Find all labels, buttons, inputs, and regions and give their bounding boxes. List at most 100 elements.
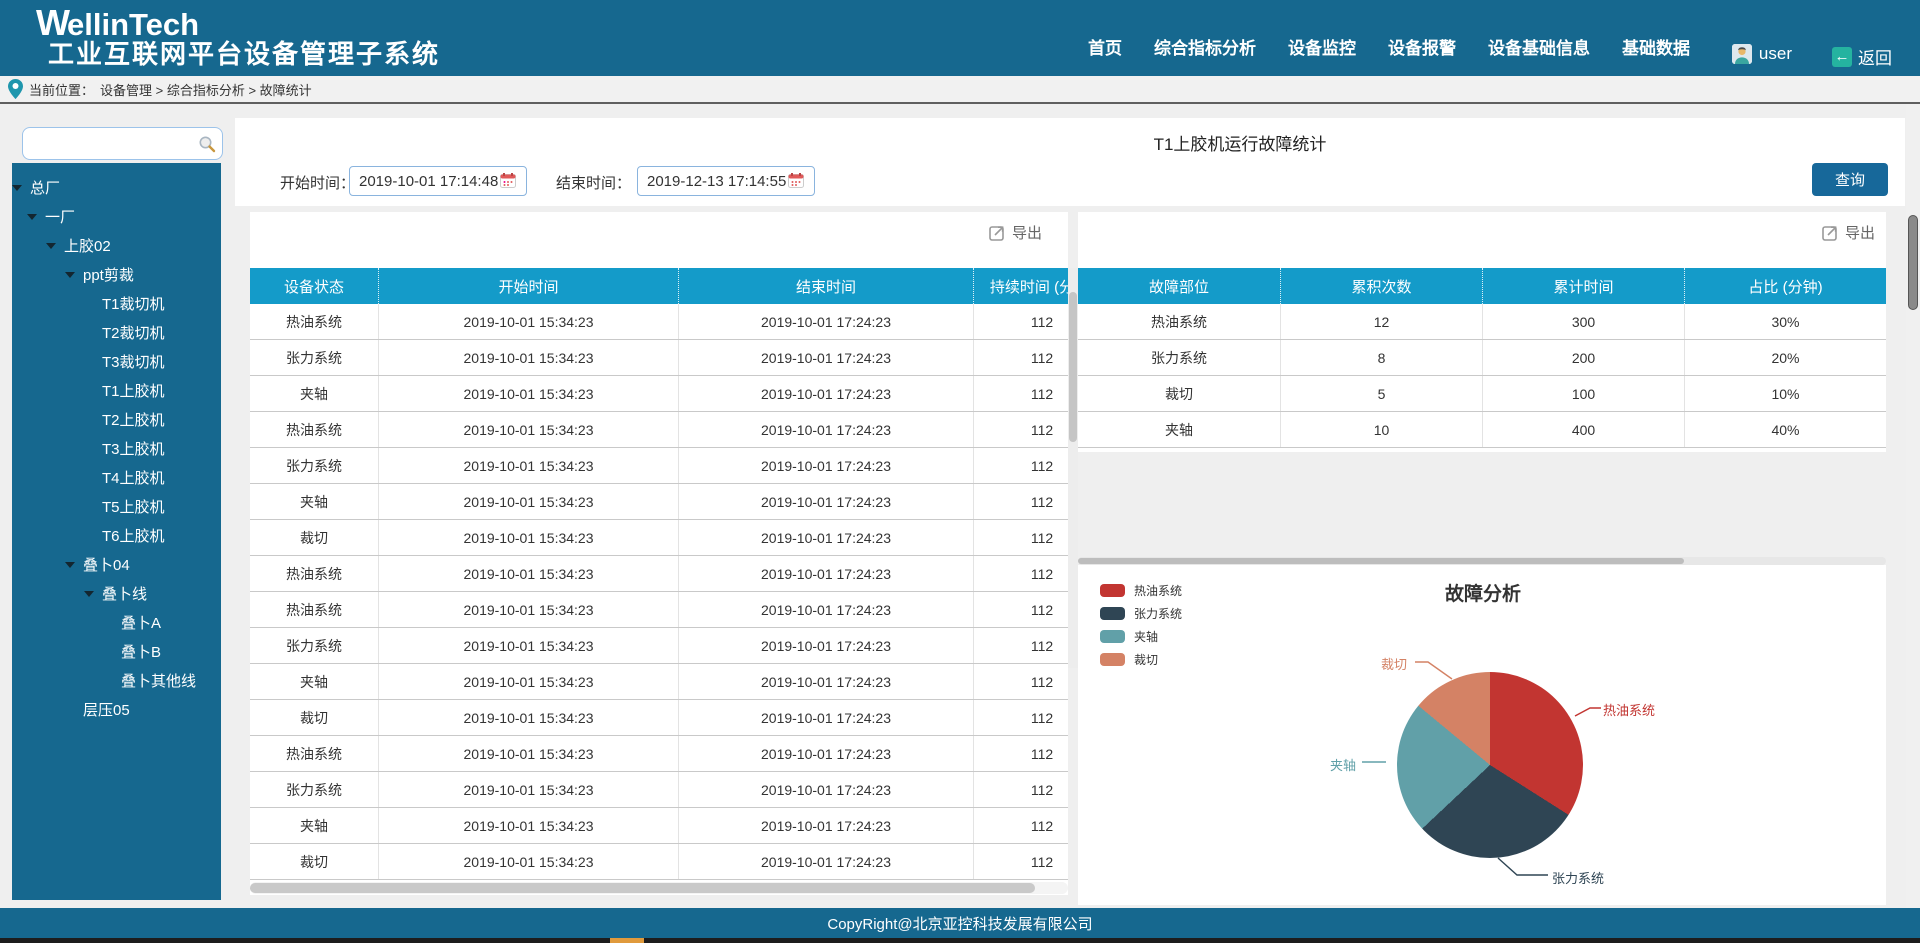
left-table-h-scrollbar[interactable] [250, 882, 1068, 894]
left-table-v-scrollbar[interactable] [1068, 268, 1078, 668]
tree-item[interactable]: ppt剪裁 [12, 260, 221, 289]
tree-item-label: 总厂 [30, 177, 60, 198]
table-row[interactable]: 夹轴2019-10-01 15:34:232019-10-01 17:24:23… [250, 664, 1068, 700]
table-cell: 张力系统 [250, 340, 378, 375]
table-row[interactable]: 张力系统2019-10-01 15:34:232019-10-01 17:24:… [250, 628, 1068, 664]
table-row[interactable]: 热油系统2019-10-01 15:34:232019-10-01 17:24:… [250, 304, 1068, 340]
tree-item[interactable]: 叠卜04 [12, 550, 221, 579]
table-cell: 裁切 [250, 700, 378, 735]
tree-item[interactable]: 叠卜其他线 [12, 666, 221, 695]
table-cell: 8 [1280, 340, 1482, 375]
back-label: 返回 [1858, 44, 1892, 69]
table-row[interactable]: 夹轴2019-10-01 15:34:232019-10-01 17:24:23… [250, 808, 1068, 844]
status-table-panel: 导出 设备状态开始时间结束时间持续时间 (分钟)热油系统2019-10-01 1… [250, 212, 1068, 895]
table-cell: 2019-10-01 15:34:23 [378, 412, 678, 447]
left-table-v-thumb[interactable] [1069, 292, 1077, 442]
table-cell: 夹轴 [1078, 412, 1280, 447]
tree-item[interactable]: T1裁切机 [12, 289, 221, 318]
export-right-button[interactable]: 导出 [1822, 222, 1875, 243]
table-row[interactable]: 热油系统2019-10-01 15:34:232019-10-01 17:24:… [250, 556, 1068, 592]
tree-expand-arrow-icon[interactable] [46, 243, 56, 249]
tree-item[interactable]: 叠卜线 [12, 579, 221, 608]
table-row[interactable]: 热油系统1230030% [1078, 304, 1886, 340]
search-icon[interactable] [198, 135, 216, 158]
table-cell: 夹轴 [250, 376, 378, 411]
page-vertical-thumb[interactable] [1908, 215, 1918, 310]
table-cell: 张力系统 [250, 628, 378, 663]
tree-item[interactable]: T3上胶机 [12, 434, 221, 463]
table-cell: 裁切 [250, 844, 378, 879]
tree-item[interactable]: 层压05 [12, 695, 221, 724]
export-left-button[interactable]: 导出 [989, 222, 1042, 243]
end-calendar-icon[interactable] [788, 173, 804, 193]
tree-item[interactable]: T2裁切机 [12, 318, 221, 347]
table-row[interactable]: 裁切510010% [1078, 376, 1886, 412]
search-input[interactable] [31, 131, 193, 156]
table-cell: 112 [973, 520, 1068, 555]
tree-expand-arrow-icon[interactable] [84, 591, 94, 597]
query-button[interactable]: 查询 [1812, 163, 1888, 196]
table-cell: 2019-10-01 15:34:23 [378, 772, 678, 807]
table-row[interactable]: 热油系统2019-10-01 15:34:232019-10-01 17:24:… [250, 412, 1068, 448]
table-row[interactable]: 夹轴1040040% [1078, 412, 1886, 448]
table-cell: 112 [973, 736, 1068, 771]
table-row[interactable]: 裁切2019-10-01 15:34:232019-10-01 17:24:23… [250, 844, 1068, 880]
table-row[interactable]: 张力系统2019-10-01 15:34:232019-10-01 17:24:… [250, 772, 1068, 808]
tree-item[interactable]: 一厂 [12, 202, 221, 231]
table-cell: 2019-10-01 17:24:23 [678, 340, 973, 375]
tree-item[interactable]: 上胶02 [12, 231, 221, 260]
back-button[interactable]: ← 返回 [1832, 44, 1892, 69]
tree-expand-arrow-icon[interactable] [65, 272, 75, 278]
table-row[interactable]: 热油系统2019-10-01 15:34:232019-10-01 17:24:… [250, 592, 1068, 628]
left-table-h-thumb[interactable] [250, 883, 1035, 893]
table-row[interactable]: 张力系统2019-10-01 15:34:232019-10-01 17:24:… [250, 340, 1068, 376]
tree-item-label: 叠卜其他线 [121, 670, 196, 691]
export-icon [989, 224, 1006, 241]
start-calendar-icon[interactable] [500, 173, 516, 193]
table-cell: 2019-10-01 15:34:23 [378, 844, 678, 879]
right-panel-h-thumb[interactable] [1078, 558, 1684, 564]
nav-item-4[interactable]: 设备基础信息 [1488, 34, 1590, 59]
table-row[interactable]: 裁切2019-10-01 15:34:232019-10-01 17:24:23… [250, 700, 1068, 736]
tree-item[interactable]: 叠卜B [12, 637, 221, 666]
tree-item[interactable]: 叠卜A [12, 608, 221, 637]
table-row[interactable]: 张力系统2019-10-01 15:34:232019-10-01 17:24:… [250, 448, 1068, 484]
page-vertical-scrollbar[interactable] [1906, 104, 1920, 943]
table-row[interactable]: 夹轴2019-10-01 15:34:232019-10-01 17:24:23… [250, 484, 1068, 520]
table-row[interactable]: 裁切2019-10-01 15:34:232019-10-01 17:24:23… [250, 520, 1068, 556]
tree-item[interactable]: T4上胶机 [12, 463, 221, 492]
tree-item[interactable]: T2上胶机 [12, 405, 221, 434]
nav-item-0[interactable]: 首页 [1088, 34, 1122, 59]
tree-item[interactable]: 总厂 [12, 173, 221, 202]
table-cell: 张力系统 [250, 448, 378, 483]
tree-expand-arrow-icon[interactable] [12, 185, 22, 191]
tree-item[interactable]: T5上胶机 [12, 492, 221, 521]
table-cell: 夹轴 [250, 664, 378, 699]
fault-analysis-chart: 故障分析 热油系统张力系统夹轴裁切 热油系统张力系统夹轴裁切 [1078, 565, 1886, 905]
nav-item-1[interactable]: 综合指标分析 [1154, 34, 1256, 59]
table-cell: 2019-10-01 15:34:23 [378, 736, 678, 771]
table-cell: 20% [1684, 340, 1886, 375]
copyright-text: CopyRight@北京亚控科技发展有限公司 [827, 913, 1092, 934]
pie-leader-line [1575, 708, 1601, 716]
tree-item[interactable]: T6上胶机 [12, 521, 221, 550]
table-cell: 2019-10-01 17:24:23 [678, 844, 973, 879]
table-row[interactable]: 热油系统2019-10-01 15:34:232019-10-01 17:24:… [250, 736, 1068, 772]
right-panel-h-scrollbar[interactable] [1078, 557, 1886, 565]
table-row[interactable]: 张力系统820020% [1078, 340, 1886, 376]
nav-item-5[interactable]: 基础数据 [1622, 34, 1690, 59]
column-header: 占比 (分钟) [1684, 268, 1886, 304]
tree-expand-arrow-icon[interactable] [65, 562, 75, 568]
tree-item[interactable]: T3裁切机 [12, 347, 221, 376]
tree-expand-arrow-icon[interactable] [27, 214, 37, 220]
footer: CopyRight@北京亚控科技发展有限公司 [0, 908, 1920, 938]
table-cell: 热油系统 [250, 592, 378, 627]
nav-item-2[interactable]: 设备监控 [1288, 34, 1356, 59]
location-pin-icon [8, 79, 23, 99]
table-row[interactable]: 夹轴2019-10-01 15:34:232019-10-01 17:24:23… [250, 376, 1068, 412]
nav-item-3[interactable]: 设备报警 [1388, 34, 1456, 59]
user-menu[interactable]: user [1732, 44, 1792, 64]
tree-item[interactable]: T1上胶机 [12, 376, 221, 405]
table-cell: 112 [973, 844, 1068, 879]
pie-leader-line [1415, 662, 1452, 679]
